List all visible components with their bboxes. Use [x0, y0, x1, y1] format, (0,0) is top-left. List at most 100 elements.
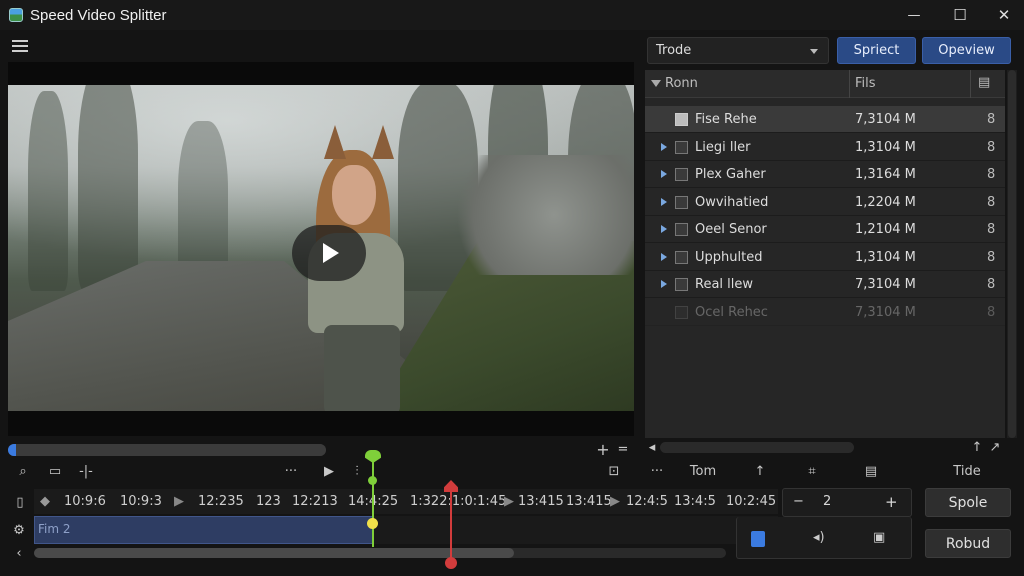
ruler-tick: 12:213 [292, 494, 338, 509]
row-lock-icon[interactable]: 8 [987, 140, 995, 155]
play-icon[interactable]: ▶ [320, 462, 338, 480]
row-checkbox[interactable] [675, 168, 688, 181]
tom-label[interactable]: Tom [686, 462, 720, 480]
row-checkbox[interactable] [675, 305, 688, 319]
row-checkbox[interactable] [675, 250, 688, 264]
row-checkbox[interactable] [675, 223, 688, 236]
title-bar: Speed Video Splitter — ☐ ✕ [0, 0, 1024, 30]
ruler-tick: 13:4:5 [674, 494, 716, 509]
row-name: Plex Gaher [695, 167, 766, 182]
row-name: Real llew [695, 277, 754, 292]
spole-button[interactable]: Spole [925, 488, 1011, 517]
list-h-scrollbar[interactable] [660, 442, 854, 453]
collapse-icon[interactable] [651, 80, 661, 87]
ruler-tick: 12:235 [198, 494, 244, 509]
arrow-up-right-icon[interactable]: ↗ [988, 440, 1002, 455]
expand-icon[interactable] [661, 280, 667, 288]
subtitle-icon[interactable]: ▤ [860, 462, 882, 480]
row-lock-icon[interactable]: 8 [987, 195, 995, 210]
row-checkbox[interactable] [675, 195, 688, 209]
time-ruler[interactable]: ◆ 10:9:6 10:9:3 ▶ 12:235 123 12:213 14:4… [34, 489, 778, 514]
row-size: 7,3104 M [855, 277, 916, 292]
trash-icon[interactable]: ▯ [12, 494, 28, 510]
row-size: 1,3104 M [855, 249, 916, 265]
video-track[interactable]: Fim 2 [34, 516, 778, 544]
row-checkbox[interactable] [675, 278, 688, 291]
row-checkbox[interactable] [675, 140, 688, 154]
chevron-down-icon [810, 49, 818, 54]
audio-controls: ◂) ▣ [736, 517, 912, 559]
expand-icon[interactable] [661, 197, 667, 206]
overview-button[interactable]: Opeview [922, 37, 1011, 64]
expand-icon[interactable] [661, 252, 667, 261]
bars-icon[interactable]: ⫶ [348, 462, 366, 480]
comment-icon[interactable]: ▭ [46, 462, 64, 480]
row-size: 1,2204 M [855, 194, 916, 210]
split-icon[interactable]: -|- [76, 462, 96, 480]
expand-icon[interactable] [661, 142, 667, 151]
list-item[interactable]: Oeel Senor 1,2104 M 8 [645, 216, 1005, 243]
column-header-size[interactable]: Fils [855, 76, 876, 91]
close-button[interactable]: ✕ [984, 0, 1024, 30]
minimize-button[interactable]: — [894, 0, 934, 30]
timeline-scrollbar[interactable] [34, 548, 726, 558]
list-item[interactable]: Liegi ller 1,3104 M 8 [645, 134, 1005, 161]
track-settings-icon[interactable]: ⚙ [10, 522, 28, 538]
ruler-tick: 13:415 [566, 494, 612, 509]
speed-stepper[interactable]: − 2 + [782, 488, 912, 517]
save-icon[interactable] [751, 531, 765, 547]
expand-icon[interactable] [661, 170, 667, 178]
tide-label[interactable]: Tide [946, 462, 988, 480]
row-lock-icon[interactable]: 8 [987, 305, 995, 320]
list-scrollbar[interactable] [1007, 70, 1017, 438]
row-checkbox[interactable] [675, 113, 688, 126]
row-lock-icon[interactable]: 8 [987, 277, 995, 292]
arrow-up-icon[interactable]: ↑ [970, 440, 984, 455]
expand-icon[interactable] [661, 225, 667, 233]
in-marker-dot[interactable] [368, 476, 377, 485]
row-name: Liegi ller [695, 139, 751, 155]
crop-icon[interactable]: ⌗ [802, 462, 822, 480]
select-button[interactable]: Spriect [837, 37, 916, 64]
type-dropdown[interactable]: Trode [647, 37, 829, 64]
row-lock-icon[interactable]: 8 [987, 167, 995, 182]
stepper-value: 2 [823, 494, 832, 509]
arrow-up-icon[interactable]: ↑ [750, 462, 770, 480]
scroll-left-icon[interactable]: ◂ [646, 440, 658, 455]
column-settings-icon[interactable]: ▤ [978, 75, 990, 90]
list-item[interactable]: Ocel Rehec 7,3104 M 8 [645, 299, 1005, 326]
more-icon-1[interactable]: ··· [280, 462, 302, 480]
row-lock-icon[interactable]: 8 [987, 112, 995, 127]
search-icon[interactable]: ⌕ [14, 462, 32, 480]
playhead-bottom-dot[interactable] [445, 557, 457, 569]
ruler-tick: 10:9:6 [64, 494, 106, 509]
list-item[interactable]: Plex Gaher 1,3164 M 8 [645, 161, 1005, 188]
video-scrollbar[interactable] [8, 444, 326, 456]
caption-icon[interactable]: ⊡ [604, 462, 624, 480]
row-lock-icon[interactable]: 8 [987, 250, 995, 265]
hamburger-menu-icon[interactable] [8, 36, 32, 56]
play-overlay-button[interactable] [292, 225, 366, 281]
timeline-clip[interactable]: Fim 2 [34, 516, 373, 544]
export-icon[interactable]: ▣ [873, 530, 885, 545]
volume-icon[interactable]: ◂) [813, 530, 825, 545]
more-icon-2[interactable]: ··· [646, 462, 668, 480]
add-icon[interactable]: + [596, 440, 610, 459]
keyframe-dot[interactable] [367, 518, 378, 529]
list-item[interactable]: Real llew 7,3104 M 8 [645, 271, 1005, 298]
ruler-tick: 10:9:3 [120, 494, 162, 509]
maximize-button[interactable]: ☐ [940, 0, 980, 30]
column-header-name[interactable]: Ronn [665, 76, 698, 91]
stepper-plus[interactable]: + [885, 493, 898, 511]
list-item[interactable]: Owvihatied 1,2204 M 8 [645, 189, 1005, 216]
list-item[interactable]: Fise Rehe 7,3104 M 8 [645, 106, 1005, 133]
robud-button[interactable]: Robud [925, 529, 1011, 558]
equals-icon[interactable]: = [616, 441, 630, 457]
stepper-minus[interactable]: − [793, 494, 804, 509]
row-lock-icon[interactable]: 8 [987, 222, 995, 237]
collapse-left-icon[interactable]: ‹ [12, 546, 26, 561]
playhead-line[interactable] [450, 484, 452, 564]
list-item[interactable]: Upphulted 1,3104 M 8 [645, 244, 1005, 271]
video-preview[interactable] [8, 62, 634, 436]
in-marker-line[interactable] [372, 451, 374, 547]
